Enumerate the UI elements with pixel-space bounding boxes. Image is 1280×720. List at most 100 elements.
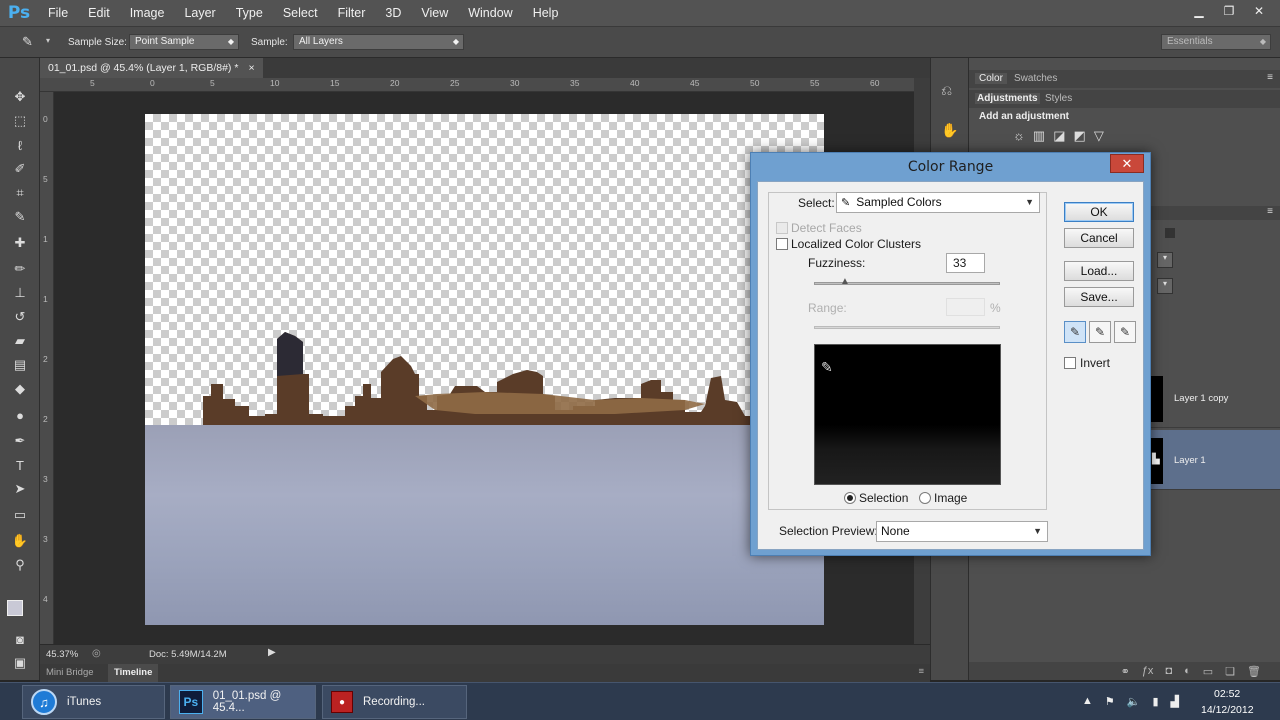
restore-icon[interactable]: ❐ bbox=[1214, 0, 1244, 22]
filter-toggle-icon[interactable] bbox=[1165, 228, 1175, 238]
tab-adjustments[interactable]: Adjustments bbox=[975, 93, 1040, 104]
menu-image[interactable]: Image bbox=[120, 0, 175, 26]
menu-view[interactable]: View bbox=[411, 0, 458, 26]
trash-icon[interactable]: 🗑 bbox=[1247, 665, 1261, 678]
menu-help[interactable]: Help bbox=[523, 0, 569, 26]
sample-size-select[interactable]: Point Sample ◆ bbox=[129, 34, 239, 50]
sample-select[interactable]: All Layers ◆ bbox=[293, 34, 464, 50]
panel-menu-icon[interactable]: ≡ bbox=[918, 666, 924, 677]
shape-tool-icon[interactable]: ▭ bbox=[8, 504, 32, 526]
menu-window[interactable]: Window bbox=[458, 0, 522, 26]
eyedropper-add-icon[interactable]: ✎ bbox=[1089, 321, 1111, 343]
blur-tool-icon[interactable]: ◆ bbox=[8, 378, 32, 400]
detect-faces-checkbox[interactable] bbox=[776, 222, 788, 234]
selection-preview-thumbnail[interactable]: ✎ bbox=[814, 344, 1001, 485]
menu-layer[interactable]: Layer bbox=[174, 0, 225, 26]
image-radio[interactable] bbox=[919, 492, 931, 504]
zoom-level[interactable]: 45.37% bbox=[46, 649, 78, 660]
invert-checkbox[interactable] bbox=[1064, 357, 1076, 369]
healing-tool-icon[interactable]: ✚ bbox=[8, 232, 32, 254]
document-tab[interactable]: 01_01.psd @ 45.4% (Layer 1, RGB/8#) * × bbox=[40, 58, 263, 78]
volume-icon[interactable]: 🔈 bbox=[1127, 695, 1141, 708]
add-mask-icon[interactable]: ◘ bbox=[1165, 665, 1172, 677]
path-select-tool-icon[interactable]: ➤ bbox=[8, 478, 32, 500]
brightness-icon[interactable]: ☼ bbox=[1013, 128, 1025, 144]
localized-clusters-checkbox[interactable] bbox=[776, 238, 788, 250]
eyedropper-tool-icon[interactable]: ✎ bbox=[22, 34, 33, 50]
range-slider-track[interactable] bbox=[814, 326, 1000, 329]
menu-select[interactable]: Select bbox=[273, 0, 328, 26]
history-panel-icon[interactable]: ⎌ bbox=[941, 82, 952, 99]
workspace-select[interactable]: Essentials ◆ bbox=[1161, 34, 1271, 50]
blend-mode-chevron-icon[interactable]: ▾ bbox=[1157, 252, 1173, 268]
hand-tool-icon[interactable]: ✋ bbox=[8, 530, 32, 552]
clock-date[interactable]: 14/12/2012 bbox=[1201, 704, 1254, 716]
brush-tool-icon[interactable]: ✏ bbox=[8, 258, 32, 280]
clock-time[interactable]: 02:52 bbox=[1214, 688, 1240, 700]
tab-timeline[interactable]: Timeline bbox=[108, 664, 159, 682]
tray-expand-icon[interactable]: ▲ bbox=[1082, 695, 1093, 708]
stamp-tool-icon[interactable]: ⊥ bbox=[8, 282, 32, 304]
tab-color[interactable]: Color bbox=[975, 73, 1007, 84]
network-status-icon[interactable]: ⚑ bbox=[1105, 695, 1115, 708]
tab-styles[interactable]: Styles bbox=[1045, 93, 1072, 104]
close-tab-icon[interactable]: × bbox=[248, 58, 254, 78]
eyedropper-tool-icon[interactable]: ✎ bbox=[8, 206, 32, 228]
tab-mini-bridge[interactable]: Mini Bridge bbox=[46, 667, 94, 678]
status-menu-arrow-icon[interactable]: ▶ bbox=[268, 647, 276, 658]
history-brush-tool-icon[interactable]: ↺ bbox=[8, 306, 32, 328]
selection-radio[interactable] bbox=[844, 492, 856, 504]
type-tool-icon[interactable]: T bbox=[8, 454, 32, 476]
panel-menu-icon[interactable]: ≡ bbox=[1267, 206, 1273, 217]
menu-edit[interactable]: Edit bbox=[78, 0, 120, 26]
fuzziness-input[interactable]: 33 bbox=[946, 253, 985, 273]
levels-icon[interactable]: ▥ bbox=[1033, 128, 1045, 144]
gradient-map-icon[interactable]: ▽ bbox=[1094, 128, 1104, 144]
ok-button[interactable]: OK bbox=[1064, 202, 1134, 222]
fx-icon[interactable]: ƒx bbox=[1142, 665, 1154, 677]
select-dropdown[interactable]: ✎ Sampled Colors ▼ bbox=[836, 192, 1040, 213]
document-image[interactable] bbox=[145, 114, 824, 625]
quick-select-tool-icon[interactable]: ✐ bbox=[8, 158, 32, 180]
crop-tool-icon[interactable]: ⌗ bbox=[8, 182, 32, 204]
move-tool-icon[interactable]: ✥ bbox=[8, 86, 32, 108]
menu-3d[interactable]: 3D bbox=[375, 0, 411, 26]
lasso-tool-icon[interactable]: ℓ bbox=[8, 134, 32, 156]
status-info-icon[interactable]: ◎ bbox=[92, 648, 101, 659]
foreground-color-swatch[interactable] bbox=[7, 600, 23, 616]
close-icon[interactable]: ✕ bbox=[1110, 154, 1144, 173]
eraser-tool-icon[interactable]: ▰ bbox=[8, 330, 32, 352]
exposure-icon[interactable]: ◩ bbox=[1074, 128, 1086, 144]
panel-menu-icon[interactable]: ≡ bbox=[1267, 72, 1273, 83]
marquee-tool-icon[interactable]: ⬚ bbox=[8, 110, 32, 132]
dodge-tool-icon[interactable]: ● bbox=[8, 404, 32, 426]
taskbar-photoshop[interactable]: Ps 01_01.psd @ 45.4... bbox=[170, 685, 316, 719]
cancel-button[interactable]: Cancel bbox=[1064, 228, 1134, 248]
zoom-tool-icon[interactable]: ⚲ bbox=[8, 554, 32, 576]
new-adjustment-icon[interactable]: ◐ bbox=[1184, 665, 1191, 677]
tab-swatches[interactable]: Swatches bbox=[1014, 73, 1057, 84]
tool-preset-chevron-icon[interactable]: ▾ bbox=[46, 36, 50, 45]
new-group-icon[interactable]: ▭ bbox=[1203, 665, 1213, 678]
fill-chevron-icon[interactable]: ▾ bbox=[1157, 278, 1173, 294]
link-layers-icon[interactable]: ⚭ bbox=[1121, 665, 1130, 678]
new-layer-icon[interactable]: ❏ bbox=[1225, 665, 1235, 678]
save-button[interactable]: Save... bbox=[1064, 287, 1134, 307]
taskbar-recording[interactable]: ● Recording... bbox=[322, 685, 467, 719]
screen-mode-icon[interactable]: ▣ bbox=[8, 652, 32, 674]
menu-type[interactable]: Type bbox=[226, 0, 273, 26]
selection-preview-dropdown[interactable]: None ▼ bbox=[876, 521, 1048, 542]
pen-tool-icon[interactable]: ✒ bbox=[8, 430, 32, 452]
menu-file[interactable]: File bbox=[38, 0, 78, 26]
gradient-tool-icon[interactable]: ▤ bbox=[8, 354, 32, 376]
eyedropper-subtract-icon[interactable]: ✎ bbox=[1114, 321, 1136, 343]
network-icon[interactable]: ▟ bbox=[1171, 695, 1179, 708]
fuzziness-slider-thumb[interactable]: ▲ bbox=[840, 276, 850, 287]
close-icon[interactable]: ✕ bbox=[1244, 0, 1274, 22]
load-button[interactable]: Load... bbox=[1064, 261, 1134, 281]
minimize-icon[interactable]: ▁ bbox=[1184, 0, 1214, 22]
curves-icon[interactable]: ◪ bbox=[1053, 128, 1065, 144]
battery-icon[interactable]: ▮ bbox=[1152, 695, 1158, 708]
menu-filter[interactable]: Filter bbox=[328, 0, 376, 26]
quick-mask-icon[interactable]: ◙ bbox=[8, 628, 32, 650]
